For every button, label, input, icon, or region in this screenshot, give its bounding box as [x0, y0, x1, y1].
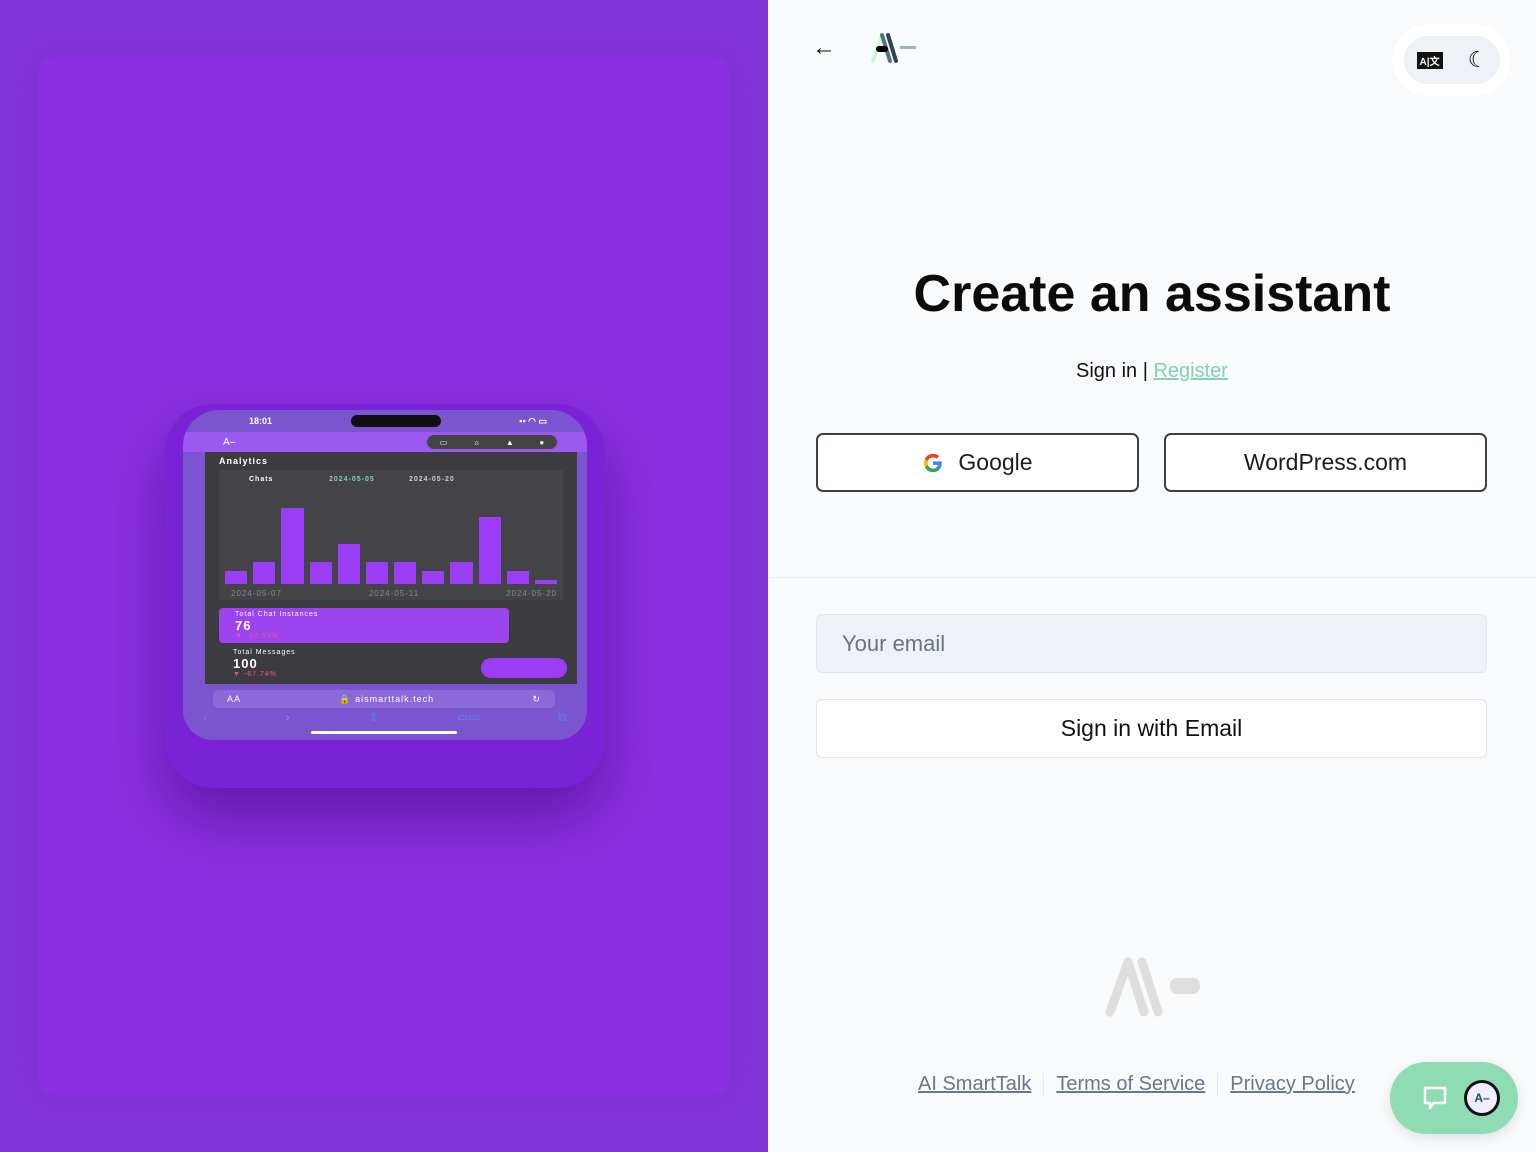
phone-status-bar: 18:01 ▪▪ ◠ ▭ — [183, 410, 587, 432]
signal-icon: ▪▪ ◠ ▭ — [519, 415, 547, 426]
brand-logo[interactable] — [870, 32, 920, 69]
home-indicator — [311, 731, 457, 734]
page-title: Create an assistant — [913, 265, 1391, 323]
url-text: 🔒 aismarttalk.tech — [339, 693, 435, 704]
toggle-group: A|文 ☾ — [1404, 36, 1500, 84]
x-tick: 2024-05-11 — [368, 589, 420, 598]
register-link[interactable]: Register — [1153, 360, 1227, 382]
moon-icon[interactable]: ☾ — [1468, 47, 1488, 73]
footer-links: AI SmartTalk Terms of Service Privacy Po… — [918, 1073, 1367, 1096]
watermark-logo — [1104, 956, 1204, 1023]
dynamic-island — [350, 415, 441, 427]
chat-bubble-icon — [1423, 1086, 1447, 1110]
translate-icon[interactable]: A|文 — [1416, 51, 1443, 69]
x-ticks: 2024-05-07 2024-05-11 2024-05-20 — [231, 589, 557, 598]
chart-bar — [450, 561, 473, 584]
phone-chat-widget — [481, 658, 567, 678]
chart-bar — [422, 570, 445, 584]
card-value: 76 — [235, 618, 252, 633]
card-label: Total Chat Instances — [235, 611, 319, 618]
email-input[interactable] — [816, 614, 1487, 673]
phone-toolbar: ▭ ☼ ▲ ● — [427, 435, 557, 449]
footer-link-terms[interactable]: Terms of Service — [1043, 1073, 1217, 1096]
share-icon: ⇪ — [368, 710, 379, 724]
chart-bar — [281, 507, 304, 584]
chart-bar — [506, 570, 529, 584]
chart-bar — [478, 516, 501, 584]
logo-icon — [871, 33, 916, 63]
logo-watermark-icon — [1105, 957, 1200, 1017]
auth-mode-switch: Sign in | Register — [768, 360, 1536, 383]
date-to: 2024-05-20 — [409, 476, 455, 483]
phone-screen: 18:01 ▪▪ ◠ ▭ A– ▭ ☼ ▲ ● Analytics Chats 202… — [183, 410, 587, 740]
chart-bar — [253, 561, 276, 584]
chart-bar — [534, 579, 558, 584]
url: aismarttalk.tech — [355, 693, 435, 704]
phone-content: Analytics Chats 2024-05-05 2024-05-20 20… — [205, 452, 577, 684]
footer-link-ai-smarttalk[interactable]: AI SmartTalk — [918, 1073, 1043, 1096]
chart-bar — [225, 570, 248, 584]
chart-bar — [309, 561, 332, 584]
phone-chart: Chats 2024-05-05 2024-05-20 2024-05-07 2… — [219, 470, 563, 600]
hero-panel: 18:01 ▪▪ ◠ ▭ A– ▭ ☼ ▲ ● Analytics Chats 202… — [0, 0, 768, 1152]
sign-in-email-button[interactable]: Sign in with Email — [816, 699, 1487, 758]
chart-title: Chats — [249, 476, 274, 483]
reload-icon: ↻ — [532, 693, 541, 704]
back-button[interactable]: ← — [812, 34, 836, 62]
chart-bar — [394, 561, 417, 584]
phone-url-bar: AA 🔒 aismarttalk.tech ↻ — [213, 690, 555, 708]
messages-change: ▼ -67.74% — [233, 671, 277, 678]
phone-nav-row: ‹ › ⇪ ▭▭ ⧉ — [203, 710, 567, 725]
bookmarks-icon: ▭▭ — [457, 710, 480, 724]
sign-in-label: Sign in | — [1076, 360, 1148, 382]
phone-mockup: 18:01 ▪▪ ◠ ▭ A– ▭ ☼ ▲ ● Analytics Chats 202… — [165, 404, 605, 788]
wordpress-label: WordPress.com — [1243, 449, 1408, 475]
settings-toggles: A|文 ☾ — [1392, 24, 1510, 96]
text-size-label: AA — [227, 694, 242, 704]
google-button[interactable]: Google — [816, 433, 1139, 492]
divider — [768, 577, 1536, 578]
google-icon — [924, 453, 943, 472]
wordpress-button[interactable]: WordPress.com — [1164, 433, 1487, 492]
assistant-avatar: A– — [1464, 1080, 1500, 1116]
x-tick: 2024-05-20 — [506, 589, 557, 598]
chat-widget-button[interactable]: A– — [1390, 1062, 1518, 1134]
change-value: -67.93% — [245, 633, 279, 640]
chart-bars — [225, 494, 558, 584]
back-icon: ‹ — [203, 710, 207, 724]
date-from: 2024-05-05 — [329, 476, 375, 483]
x-tick: 2024-05-07 — [231, 589, 282, 598]
card-change: ▼ -67.93% — [235, 633, 279, 640]
phone-app-bar: A– ▭ ☼ ▲ ● — [183, 432, 587, 452]
phone-logo-icon: A– — [223, 436, 236, 448]
chart-bar — [337, 543, 360, 584]
phone-time: 18:01 — [249, 416, 273, 426]
chart-bar — [365, 561, 389, 584]
forward-icon: › — [285, 710, 290, 724]
tabs-icon: ⧉ — [558, 710, 567, 724]
total-chat-card: Total Chat Instances 76 ▼ -67.93% — [219, 608, 509, 643]
phone-heading: Analytics — [219, 456, 269, 466]
arrow-left-icon: ← — [812, 34, 836, 61]
footer-link-privacy[interactable]: Privacy Policy — [1217, 1073, 1366, 1096]
change-value: -67.74% — [243, 671, 277, 678]
google-label: Google — [958, 449, 1033, 475]
messages-label: Total Messages — [233, 649, 296, 656]
